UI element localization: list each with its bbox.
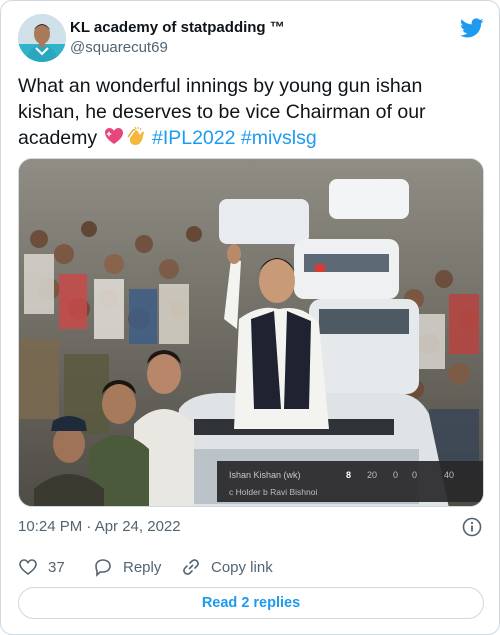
avatar[interactable] (18, 14, 66, 62)
batter-runs: 8 (346, 470, 352, 480)
reply-label: Reply (123, 558, 162, 576)
hashtag-ipl2022[interactable]: #IPL2022 (152, 127, 236, 149)
scorecard-overlay: Ishan Kishan (wk) 8 20 0 0 40 c Holder b… (217, 461, 483, 502)
crowd-photo (19, 159, 483, 506)
batter-strike-rate: 40 (444, 470, 455, 480)
action-bar: 37 Reply Copy link (18, 556, 484, 578)
like-button[interactable]: 37 (18, 556, 65, 578)
copy-link-button[interactable]: Copy link (181, 556, 273, 578)
link-icon (183, 559, 199, 575)
like-count: 37 (48, 558, 65, 576)
tweet-timestamp[interactable]: 10:24 PM · Apr 24, 2022 (18, 517, 181, 537)
batter-name: Ishan Kishan (wk) (229, 470, 301, 480)
heart-icon (19, 559, 37, 576)
user-handle[interactable]: @squarecut69 (70, 38, 168, 57)
read-replies-button[interactable]: Read 2 replies (18, 587, 484, 619)
info-icon[interactable] (462, 517, 482, 537)
dismissal-text: c Holder b Ravi Bishnoi (229, 487, 318, 497)
hashtag-mivslsg[interactable]: #mivslsg (241, 127, 317, 149)
reply-button[interactable]: Reply (93, 556, 161, 578)
tweet-text: What an wonderful innings by young gun i… (18, 73, 484, 151)
copy-link-label: Copy link (211, 558, 273, 576)
twitter-bird-icon[interactable] (460, 16, 484, 40)
sparkling-heart-icon (104, 128, 123, 144)
tweet-image[interactable]: Ishan Kishan (wk) 8 20 0 0 40 c Holder b… (18, 158, 484, 507)
tweet-card: KL academy of statpadding ™ @squarecut69… (0, 0, 500, 635)
batter-balls: 20 (367, 470, 378, 480)
avatar-image (18, 14, 66, 62)
display-name[interactable]: KL academy of statpadding ™ (70, 18, 285, 37)
batter-fours: 0 (393, 470, 399, 480)
batter-sixes: 0 (412, 470, 418, 480)
tweet-header: KL academy of statpadding ™ @squarecut69 (18, 14, 484, 62)
speech-bubble-icon (95, 559, 111, 577)
clapping-hands-icon (127, 126, 144, 145)
